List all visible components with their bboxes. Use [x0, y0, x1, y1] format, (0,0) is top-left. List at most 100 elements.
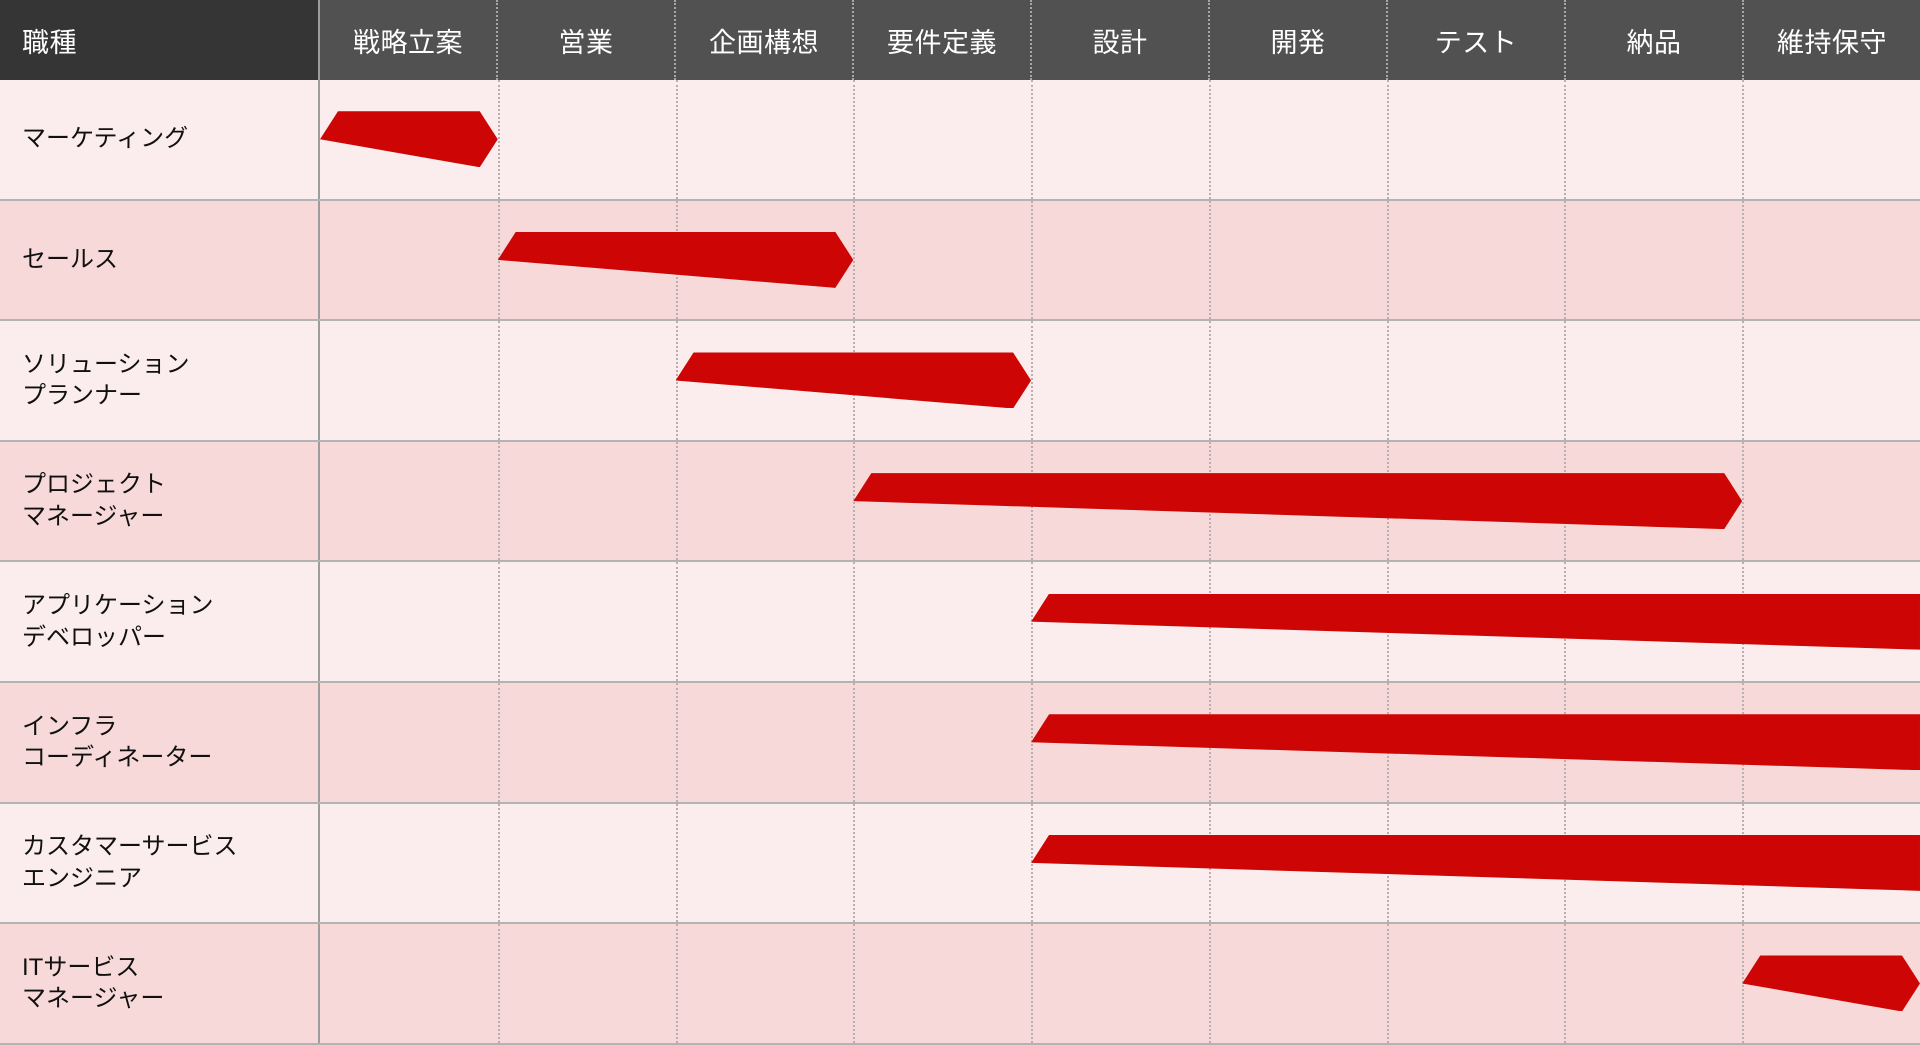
header-phase-label: 要件定義 [887, 27, 997, 58]
column-separator [1564, 80, 1567, 199]
row-label-line: プロジェクト [22, 471, 166, 499]
column-separator [853, 80, 856, 199]
row-label-line: インフラ [22, 712, 118, 740]
row-label-line: セールス [22, 246, 118, 274]
column-separator [497, 562, 500, 681]
table-row: インフラコーディネーター [0, 682, 1920, 804]
header-phase-cells: 戦略立案 営業 企画構想 要件定義 設計 開発 テスト 納品 維持保守 [320, 0, 1920, 80]
row-phase-track [320, 80, 1920, 199]
header-cell-phase: 設計 [1032, 0, 1210, 80]
column-separator [675, 682, 678, 802]
table-row: ITサービス マネージャー [0, 924, 1920, 1045]
column-separator [497, 924, 500, 1043]
table-row: マーケティング [0, 80, 1920, 201]
row-label-line: プランナー [22, 382, 142, 410]
header-cell-phase: 開発 [1210, 0, 1388, 80]
row-label-line: マーケティング [22, 125, 189, 153]
column-separator [497, 441, 500, 561]
table-row: カスタマーサービス エンジニア [0, 803, 1920, 925]
column-separator [1031, 321, 1034, 440]
row-label-role: ソリューション プランナー [0, 321, 320, 440]
row-label-role: セールス [0, 200, 320, 320]
row-phase-track [320, 321, 1920, 440]
column-separator [1031, 200, 1034, 320]
column-separator [1386, 321, 1389, 440]
column-separator [1742, 80, 1745, 199]
row-label-line: コーディネーター [22, 744, 213, 772]
column-separator [1742, 441, 1745, 561]
row-phase-track [320, 441, 1920, 561]
column-separator [497, 803, 500, 923]
column-separator [675, 924, 678, 1043]
row-phase-track [320, 200, 1920, 320]
row-label-line: カスタマーサービス [22, 833, 238, 861]
header-cell-phase: 納品 [1566, 0, 1744, 80]
header-cell-phase: 維持保守 [1744, 0, 1920, 80]
phase-bar [1031, 834, 1920, 891]
header-phase-label: 維持保守 [1777, 27, 1887, 58]
header-label-role: 職種 [22, 27, 77, 58]
header-cell-phase: 企画構想 [676, 0, 854, 80]
header-phase-label: 営業 [558, 27, 614, 58]
table-row: アプリケーション デベロッパー [0, 562, 1920, 683]
header-cell-phase: 営業 [498, 0, 676, 80]
phase-responsibility-matrix: 職種 戦略立案 営業 企画構想 要件定義 設計 開発 テスト 納品 維持保守 マーケティング セー… [0, 0, 1920, 1045]
phase-bar [320, 111, 498, 167]
column-separator [1031, 924, 1034, 1043]
row-label-line: マネージャー [22, 503, 165, 531]
column-separator [1031, 80, 1034, 199]
row-label-role: マーケティング [0, 80, 320, 199]
header-cell-phase: テスト [1388, 0, 1566, 80]
row-label-role: カスタマーサービス エンジニア [0, 803, 320, 923]
row-phase-track [320, 803, 1920, 923]
phase-bar [1742, 955, 1920, 1011]
row-label-role: プロジェクト マネージャー [0, 441, 320, 561]
header-phase-label: 設計 [1092, 27, 1148, 58]
column-separator [853, 682, 856, 802]
row-phase-track [320, 682, 1920, 802]
row-label-role: アプリケーション デベロッパー [0, 562, 320, 681]
column-separator [497, 321, 500, 440]
header-phase-label: 戦略立案 [353, 27, 463, 58]
column-separator [853, 200, 856, 320]
row-label-role: インフラコーディネーター [0, 682, 320, 802]
column-separator [853, 803, 856, 923]
column-separator [1564, 924, 1567, 1043]
column-separator [1564, 200, 1567, 320]
table-row: セールス [0, 200, 1920, 322]
header-phase-label: テスト [1434, 27, 1518, 58]
phase-bar [498, 232, 854, 288]
column-separator [675, 562, 678, 681]
phase-bar [1031, 714, 1920, 771]
column-separator [497, 80, 500, 199]
phase-bar [853, 473, 1742, 529]
header-cell-role: 職種 [0, 0, 320, 80]
column-separator [497, 682, 500, 802]
column-separator [1386, 200, 1389, 320]
column-separator [1742, 321, 1745, 440]
column-separator [853, 924, 856, 1043]
column-separator [1386, 80, 1389, 199]
row-label-role: ITサービス マネージャー [0, 924, 320, 1043]
row-phase-track [320, 562, 1920, 681]
column-separator [1208, 200, 1211, 320]
column-separator [1208, 924, 1211, 1043]
phase-bar [676, 352, 1032, 408]
row-phase-track [320, 924, 1920, 1043]
header-phase-label: 納品 [1626, 27, 1682, 58]
column-separator [675, 80, 678, 199]
row-label-line: ソリューション [22, 350, 190, 378]
column-separator [1386, 924, 1389, 1043]
column-separator [675, 441, 678, 561]
row-label-line: デベロッパー [22, 623, 166, 651]
phase-bar [1031, 593, 1920, 650]
row-label-line: マネージャー [22, 985, 165, 1013]
header-phase-label: 企画構想 [709, 27, 819, 58]
column-separator [1564, 321, 1567, 440]
column-separator [853, 562, 856, 681]
table-body: マーケティング セールス ソリューション プランナー プロジェクト マネージャー アプリケー… [0, 80, 1920, 1045]
table-row: ソリューション プランナー [0, 321, 1920, 442]
row-label-line: アプリケーション [22, 592, 214, 619]
header-cell-phase: 戦略立案 [320, 0, 498, 80]
column-separator [675, 803, 678, 923]
